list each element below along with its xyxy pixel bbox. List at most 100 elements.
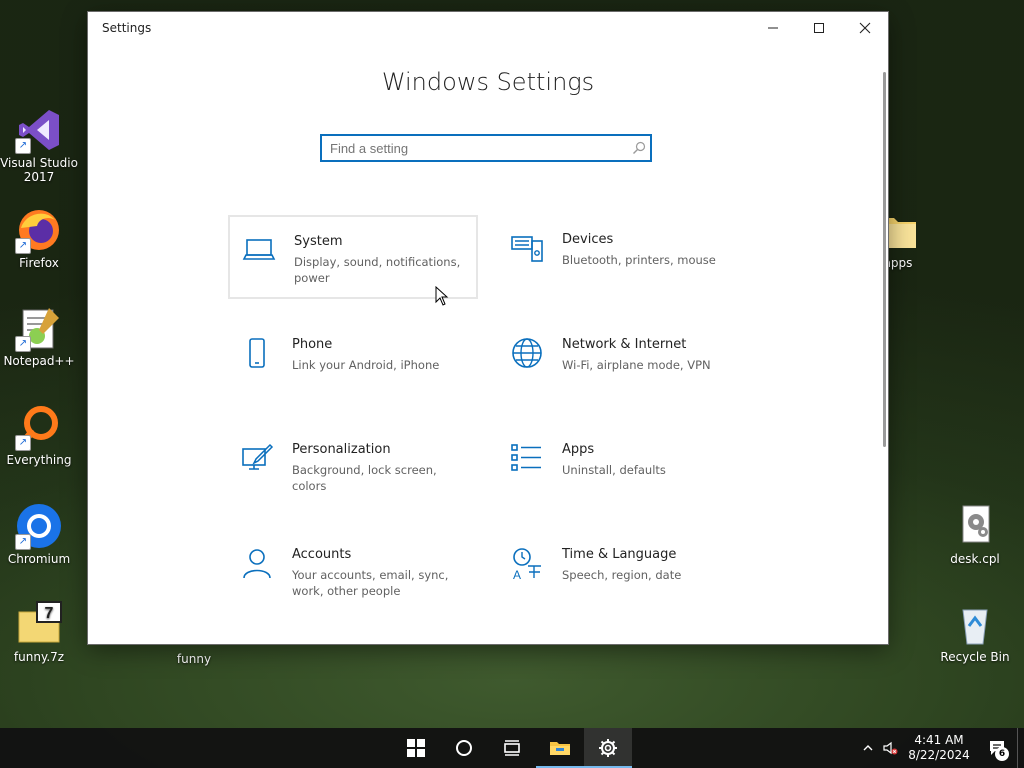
desktop-icon-recycle-bin[interactable]: Recycle Bin (936, 600, 1014, 664)
desktop-icon-label: funny.7z (13, 650, 65, 664)
category-title: Accounts (292, 547, 352, 562)
category-title: Time & Language (562, 547, 677, 562)
clock-date: 8/22/2024 (908, 748, 970, 762)
control-panel-gear-icon (951, 502, 999, 550)
search-button[interactable] (440, 728, 488, 768)
task-view-icon (504, 740, 520, 756)
desktop-icon-desk-cpl[interactable]: desk.cpl (936, 502, 1014, 566)
taskbar-center (392, 728, 632, 768)
notepad-plus-plus-icon: ↗ (15, 304, 63, 352)
category-title: Phone (292, 337, 333, 352)
category-time-language[interactable]: A Time & Language Speech, region, date (498, 530, 748, 614)
category-description: Your accounts, email, sync, work, other … (292, 568, 449, 598)
show-desktop-button[interactable] (1017, 728, 1024, 768)
system-tray: 4:41 AM 8/22/2024 6 (857, 728, 1024, 768)
task-view-button[interactable] (488, 728, 536, 768)
svg-text:7: 7 (45, 605, 54, 622)
category-apps[interactable]: Apps Uninstall, defaults (498, 425, 748, 509)
globe-icon (510, 336, 544, 370)
category-devices[interactable]: Devices Bluetooth, printers, mouse (498, 215, 748, 299)
settings-window: Settings Windows Settings Find a setting… (88, 12, 888, 644)
category-title: System (294, 234, 343, 249)
settings-taskbar-button[interactable] (584, 728, 632, 768)
category-title: Personalization (292, 442, 391, 457)
windows-logo-icon (407, 739, 425, 757)
chromium-icon: ↗ (15, 502, 63, 550)
file-explorer-button[interactable] (536, 728, 584, 768)
keyboard-devices-icon (510, 231, 544, 265)
desktop-icon-label: Firefox (19, 256, 59, 270)
gear-icon (599, 739, 617, 757)
scrollbar-thumb[interactable] (883, 72, 886, 447)
cortana-circle-icon (456, 740, 472, 756)
shortcut-arrow-icon: ↗ (15, 138, 31, 154)
volume-muted-icon (883, 741, 898, 755)
category-title: Devices (562, 232, 614, 247)
time-language-icon: A (510, 546, 544, 582)
maximize-button[interactable] (796, 12, 842, 44)
shortcut-arrow-icon: ↗ (15, 534, 31, 550)
category-title: Network & Internet (562, 337, 687, 352)
visual-studio-icon: ↗ (15, 106, 63, 154)
everything-search-icon: ↗ (15, 403, 63, 451)
svg-text:A: A (513, 568, 521, 580)
volume-button[interactable] (879, 728, 901, 768)
desktop-icon-label: Visual Studio 2017 (0, 156, 78, 184)
window-title: Settings (102, 21, 152, 35)
apps-list-icon (510, 441, 544, 475)
taskbar: 4:41 AM 8/22/2024 6 (0, 728, 1024, 768)
category-description: Link your Android, iPhone (292, 358, 440, 372)
laptop-icon (242, 233, 276, 267)
title-bar[interactable]: Settings (88, 12, 888, 44)
window-controls (750, 12, 888, 44)
desktop-icon-funny-7z[interactable]: 7 funny.7z (0, 600, 78, 664)
clock[interactable]: 4:41 AM 8/22/2024 (901, 733, 977, 763)
desktop-icon-everything[interactable]: ↗ Everything (0, 403, 78, 467)
desktop-icon-label: Everything (6, 453, 72, 467)
shortcut-arrow-icon: ↗ (15, 336, 31, 352)
desktop-icon-label: Notepad++ (3, 354, 75, 368)
category-description: Background, lock screen, colors (292, 463, 437, 493)
phone-icon (240, 336, 274, 370)
category-network[interactable]: Network & Internet Wi-Fi, airplane mode,… (498, 320, 748, 404)
file-explorer-icon (550, 742, 570, 755)
clock-time: 4:41 AM (914, 733, 964, 747)
mouse-cursor-icon (435, 286, 449, 306)
person-icon (240, 546, 274, 580)
category-description: Display, sound, notifications, power (294, 255, 461, 285)
close-icon (859, 22, 871, 34)
desktop-icon-chromium[interactable]: ↗ Chromium (0, 502, 78, 566)
search-icon[interactable] (628, 141, 650, 155)
category-phone[interactable]: Phone Link your Android, iPhone (228, 320, 478, 404)
desktop-icon-notepadpp[interactable]: ↗ Notepad++ (0, 304, 78, 368)
category-title: Apps (562, 442, 595, 457)
settings-categories-grid: System Display, sound, notifications, po… (228, 215, 748, 635)
start-button[interactable] (392, 728, 440, 768)
desktop-icon-label: Chromium (7, 552, 71, 566)
desktop-icon-funny-folder[interactable]: funny (155, 652, 233, 666)
recycle-bin-icon (951, 600, 999, 648)
action-center-button[interactable]: 6 (977, 728, 1017, 768)
search-input[interactable] (322, 140, 628, 156)
minimize-button[interactable] (750, 12, 796, 44)
category-personalization[interactable]: Personalization Background, lock screen,… (228, 425, 478, 509)
category-description: Wi-Fi, airplane mode, VPN (562, 358, 711, 372)
desktop-icon-visual-studio[interactable]: ↗ Visual Studio 2017 (0, 106, 78, 184)
firefox-icon: ↗ (15, 206, 63, 254)
desktop-icon-label: Recycle Bin (940, 650, 1010, 664)
desktop-icon-firefox[interactable]: ↗ Firefox (0, 206, 78, 270)
category-accounts[interactable]: Accounts Your accounts, email, sync, wor… (228, 530, 478, 614)
archive-7z-icon: 7 (15, 600, 63, 648)
close-button[interactable] (842, 12, 888, 44)
maximize-icon (814, 23, 824, 33)
category-description: Speech, region, date (562, 568, 682, 582)
minimize-icon (768, 27, 778, 29)
shortcut-arrow-icon: ↗ (15, 238, 31, 254)
desktop-icon-label: funny (176, 652, 212, 666)
chevron-up-icon (863, 745, 873, 751)
desktop-icon-label: desk.cpl (950, 552, 1000, 566)
category-description: Uninstall, defaults (562, 463, 666, 477)
show-hidden-icons-button[interactable] (857, 728, 879, 768)
shortcut-arrow-icon: ↗ (15, 435, 31, 451)
category-description: Bluetooth, printers, mouse (562, 253, 716, 267)
